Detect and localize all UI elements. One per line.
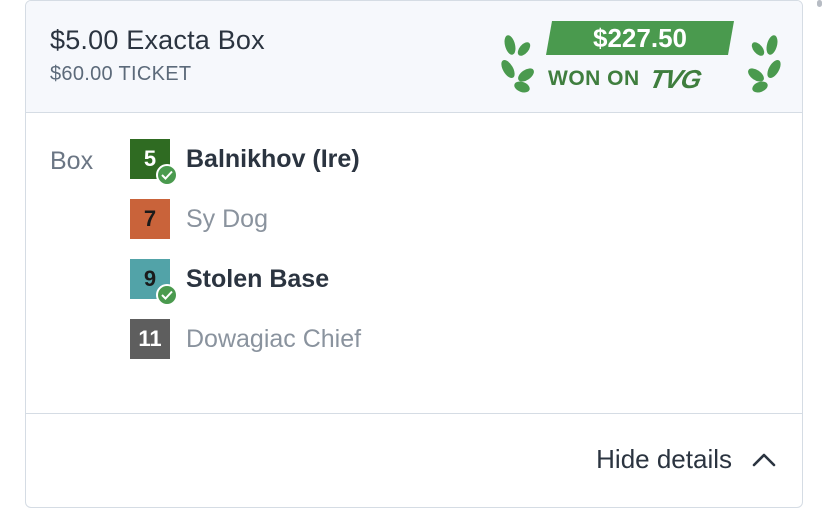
laurel-left-icon (501, 35, 534, 93)
ticket-cost: $60.00 TICKET (50, 63, 192, 85)
win-amount: $227.50 (593, 22, 687, 53)
runner-row: 5 Balnikhov (Ire) (130, 139, 360, 186)
card-footer: Hide details (26, 413, 802, 507)
won-badge: $227.50 WON ON TVG (498, 19, 784, 99)
check-icon (156, 284, 178, 306)
runner-row: 9 Stolen Base (130, 259, 330, 306)
won-on-text: WON ON (548, 67, 640, 90)
win-amount-banner: $227.50 (546, 21, 734, 55)
scrollbar-indicator[interactable] (817, 0, 822, 7)
bet-header: $5.00 Exacta Box $60.00 TICKET $227.50 W… (26, 1, 802, 113)
runner-row: 7 Sy Dog (130, 199, 268, 239)
won-on-line: WON ON TVG (548, 63, 704, 95)
runner-number: 7 (143, 206, 157, 231)
runner-number: 5 (143, 146, 157, 171)
saddle-cloth: 9 (130, 259, 178, 306)
hide-details-button[interactable]: Hide details (596, 444, 776, 475)
tvg-logo: TVG (646, 63, 704, 94)
hide-details-label: Hide details (596, 444, 732, 474)
runner-name: Stolen Base (186, 264, 330, 293)
bet-title: $5.00 Exacta Box (50, 25, 265, 55)
saddle-cloth: 7 (130, 199, 170, 239)
selection-details: Box 5 Balnikhov (Ire) 7 Sy Dog 9 Stolen … (26, 113, 802, 413)
runner-row: 11 Dowagiac Chief (130, 319, 361, 359)
runner-number: 11 (138, 326, 162, 351)
runner-name: Balnikhov (Ire) (186, 144, 360, 173)
laurel-right-icon (748, 35, 781, 93)
saddle-cloth: 11 (130, 319, 170, 359)
chevron-up-icon (752, 453, 776, 466)
runner-number: 9 (143, 266, 157, 291)
bet-card: $5.00 Exacta Box $60.00 TICKET $227.50 W… (25, 0, 803, 508)
runner-name: Sy Dog (186, 204, 268, 233)
saddle-cloth: 5 (130, 139, 178, 186)
box-label: Box (50, 147, 94, 175)
check-icon (156, 164, 178, 186)
runner-name: Dowagiac Chief (186, 324, 362, 353)
